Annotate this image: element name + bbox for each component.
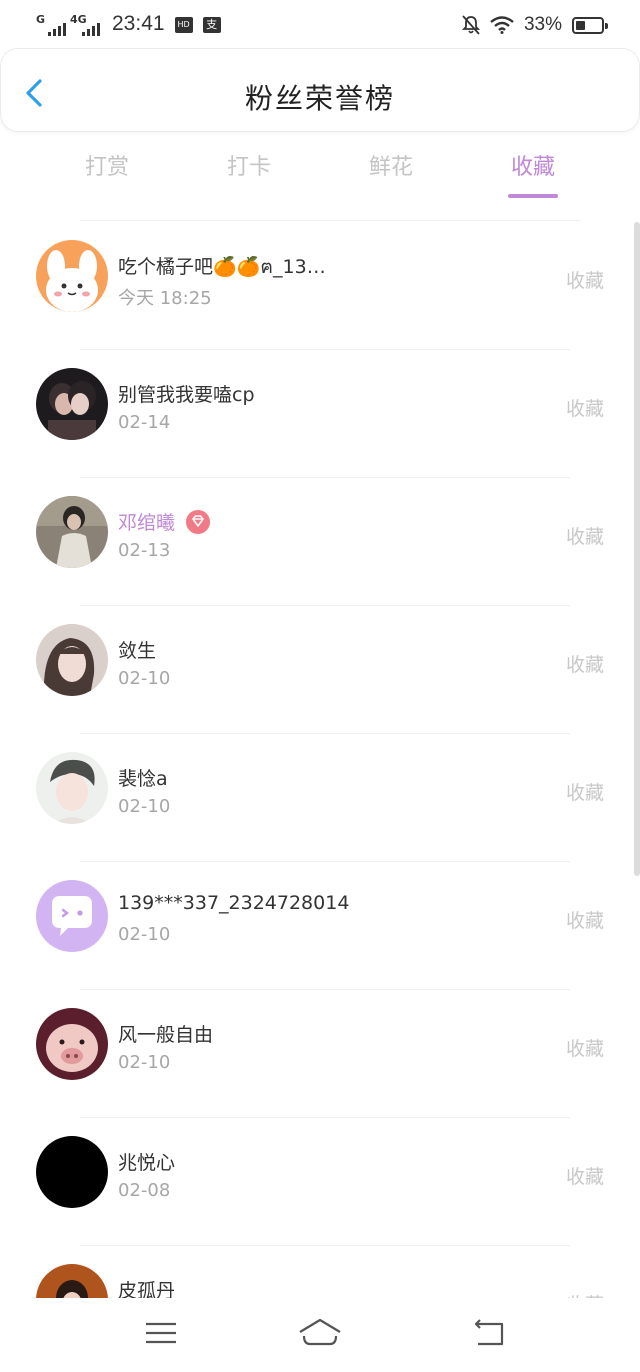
- tab-label: 打卡: [226, 155, 271, 180]
- pig-photo-avatar-icon: [36, 1008, 108, 1080]
- home-button[interactable]: [296, 1316, 344, 1350]
- network-type-label: G: [36, 13, 46, 26]
- diamond-vip-badge-icon: [186, 509, 211, 534]
- favorite-label: 收藏: [565, 654, 604, 676]
- default-chat-bubble-avatar-icon: [36, 880, 108, 952]
- page-title: 粉丝荣誉榜: [244, 82, 395, 115]
- tab-label: 鲜花: [368, 155, 413, 180]
- username-row: 邓绾曦: [118, 508, 211, 535]
- cell-signal-icon: G: [36, 13, 66, 38]
- girl-photo-avatar-icon: [36, 1264, 108, 1298]
- list-item[interactable]: 皮孤丹 收藏: [0, 1246, 640, 1298]
- timestamp: 02-10: [118, 924, 171, 945]
- favorite-label: 收藏: [565, 1166, 604, 1188]
- boy-photo-avatar-icon: [36, 752, 108, 824]
- timestamp: 今天 18:25: [118, 288, 212, 309]
- battery-percent: 33%: [523, 14, 562, 35]
- clock: 23:41: [112, 12, 165, 35]
- favorite-label: 收藏: [565, 398, 604, 420]
- list-item[interactable]: 邓绾曦 02-13 收藏: [0, 478, 640, 606]
- portrait-photo-avatar-icon: [36, 624, 108, 696]
- home-icon: [299, 1318, 341, 1346]
- timestamp: 02-10: [118, 796, 171, 817]
- avatar[interactable]: [36, 1264, 108, 1298]
- username: 别管我我要嗑cp: [118, 384, 255, 406]
- list-item[interactable]: 兆悦心 02-08 收藏: [0, 1118, 640, 1246]
- username: 风一般自由: [118, 1024, 214, 1046]
- username: 裴惗a: [118, 768, 168, 790]
- avatar[interactable]: [36, 368, 108, 440]
- favorite-label: 收藏: [565, 270, 604, 292]
- timestamp: 02-10: [118, 1052, 171, 1073]
- status-right: 33%: [461, 12, 608, 38]
- list-item[interactable]: 风一般自由 02-10 收藏: [0, 990, 640, 1118]
- timestamp: 02-13: [118, 540, 171, 561]
- timestamp: 02-08: [118, 1180, 171, 1201]
- avatar[interactable]: [36, 1136, 108, 1208]
- list-item[interactable]: 139***337_2324728014 02-10 收藏: [0, 862, 640, 990]
- divider: [80, 220, 580, 221]
- avatar[interactable]: [36, 880, 108, 952]
- avatar[interactable]: [36, 752, 108, 824]
- scrollbar[interactable]: [634, 222, 640, 876]
- tab-label: 收藏: [510, 155, 555, 180]
- favorite-label: 收藏: [565, 782, 604, 804]
- bell-muted-icon: [461, 15, 480, 35]
- girl-photo-avatar-icon: [36, 496, 108, 568]
- timestamp: 02-10: [118, 668, 171, 689]
- alipay-badge-icon: 支: [202, 17, 221, 33]
- avatar[interactable]: [36, 624, 108, 696]
- tab-bar: 打赏 打卡 鲜花 收藏: [36, 150, 604, 202]
- username: 139***337_2324728014: [118, 892, 350, 914]
- active-tab-indicator: [508, 194, 558, 198]
- list-item[interactable]: 敛生 02-10 收藏: [0, 606, 640, 734]
- favorite-label: 收藏: [565, 910, 604, 932]
- tab-label: 打赏: [84, 155, 129, 180]
- username: 敛生: [118, 640, 157, 662]
- battery-icon: [572, 16, 608, 34]
- tab-checkin[interactable]: 打卡: [178, 150, 320, 202]
- username: 邓绾曦: [118, 512, 176, 534]
- avatar[interactable]: [36, 1008, 108, 1080]
- back-nav-button[interactable]: [470, 1316, 510, 1350]
- status-bar: G 4G 23:41 HD 支 33%: [0, 0, 640, 50]
- menu-button[interactable]: [141, 1316, 181, 1350]
- tab-reward[interactable]: 打赏: [36, 150, 178, 202]
- avatar[interactable]: [36, 496, 108, 568]
- timestamp: 02-14: [118, 412, 171, 433]
- tab-flowers[interactable]: 鲜花: [320, 150, 462, 202]
- avatar[interactable]: [36, 240, 108, 312]
- system-nav-bar: [0, 1298, 640, 1372]
- favorite-label: 收藏: [566, 1290, 604, 1298]
- list-item[interactable]: 别管我我要嗑cp 02-14 收藏: [0, 350, 640, 478]
- cartoon-bunny-avatar-icon: [36, 240, 108, 312]
- fan-list[interactable]: 吃个橘子吧🍊🍊ฅ_13… 今天 18:25 收藏 别管我我要嗑cp 02-14 …: [0, 222, 640, 1298]
- username: 吃个橘子吧🍊🍊ฅ_13…: [118, 256, 326, 278]
- tab-favorites[interactable]: 收藏: [462, 150, 604, 202]
- username: 皮孤丹: [118, 1280, 176, 1298]
- hd-badge-icon: HD: [174, 17, 193, 33]
- list-item[interactable]: 吃个橘子吧🍊🍊ฅ_13… 今天 18:25 收藏: [0, 222, 640, 350]
- app-header: 粉丝荣誉榜: [0, 48, 640, 132]
- wifi-icon: [490, 16, 514, 34]
- cell-signal-icon-2: 4G: [70, 13, 100, 38]
- status-left: G 4G 23:41 HD 支: [36, 8, 221, 38]
- username: 兆悦心: [118, 1152, 176, 1174]
- menu-icon: [146, 1322, 176, 1344]
- favorite-label: 收藏: [565, 1038, 604, 1060]
- favorite-label: 收藏: [565, 526, 604, 548]
- back-nav-icon: [474, 1319, 504, 1346]
- couple-photo-avatar-icon: [36, 368, 108, 440]
- list-item[interactable]: 裴惗a 02-10 收藏: [0, 734, 640, 862]
